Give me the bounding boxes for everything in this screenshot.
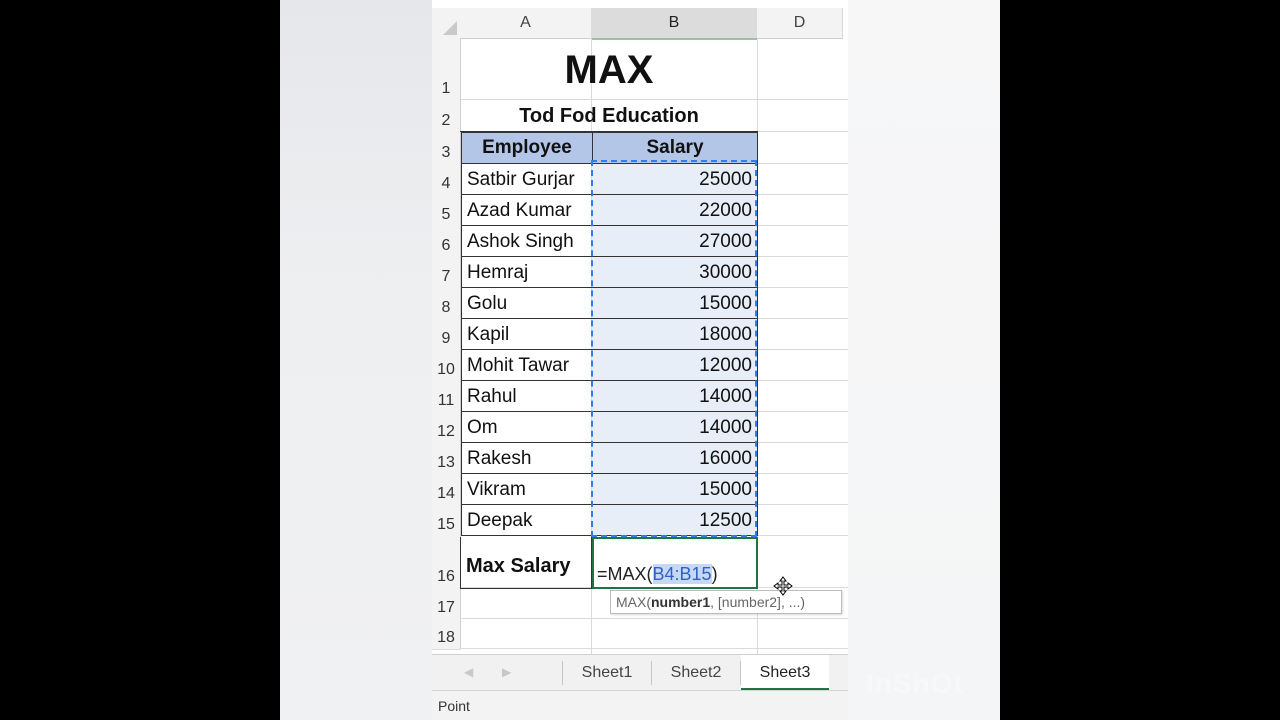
column-header-a[interactable]: A [460,8,592,39]
row-number: 1 [441,80,451,97]
left-blur-panel [280,0,432,720]
employee-name-cell[interactable]: Azad Kumar [461,195,593,226]
tooltip-arg1[interactable]: number1 [651,594,710,610]
row-header[interactable]: 14 [432,474,461,506]
employee-name-cell[interactable]: Mohit Tawar [461,350,593,381]
sheet-subtitle[interactable]: Tod Fod Education [460,100,758,132]
row-number: 9 [441,330,451,347]
row-header[interactable]: 6 [432,226,461,258]
watermark-logo: InShOt [866,668,964,699]
row-number: 17 [437,599,455,616]
row-number: 3 [441,144,451,161]
row-number: 6 [441,237,451,254]
formula-range-ref: B4:B15 [652,564,712,584]
row-number: 5 [441,206,451,223]
row-number: 15 [437,516,455,533]
column-header-d[interactable]: D [757,8,843,39]
row-number: 16 [437,568,455,585]
tab-sheet1[interactable]: Sheet1 [563,655,651,691]
row-number: 7 [441,268,451,285]
row-number: 18 [437,629,455,646]
formula-prefix: =MAX( [597,564,653,584]
row-number: 13 [437,454,455,471]
row-number: 11 [437,392,455,409]
row-header[interactable]: 18 [432,619,461,650]
row-header[interactable]: 4 [432,164,461,196]
row-header[interactable]: 11 [432,381,461,413]
row-header[interactable]: 3 [432,132,461,165]
employee-name-cell[interactable]: Rahul [461,381,593,412]
sheet-tab-bar: ◀ ▶ Sheet1 Sheet2 Sheet3 [432,654,848,691]
tooltip-fn[interactable]: MAX( [616,594,651,610]
row-number: 4 [441,175,451,192]
row-number: 14 [437,485,455,502]
row-header[interactable]: 13 [432,443,461,475]
row-header[interactable]: 2 [432,100,461,133]
row-header[interactable]: 10 [432,350,461,382]
row-number: 2 [441,112,451,129]
row-header[interactable]: 12 [432,412,461,444]
copy-marquee [591,160,757,537]
tooltip-rest: , [number2], ...) [710,594,806,610]
employee-name-cell[interactable]: Ashok Singh [461,226,593,257]
move-cursor-icon [773,576,793,596]
row-header[interactable]: 5 [432,195,461,227]
row-number: 10 [437,361,455,378]
right-blur-panel [848,0,1000,720]
employee-name-cell[interactable]: Vikram [461,474,593,505]
tab-scroll-left-icon[interactable]: ◀ [464,665,473,679]
employee-name-cell[interactable]: Om [461,412,593,443]
row-header[interactable]: 15 [432,505,461,537]
tab-sheet2[interactable]: Sheet2 [652,655,740,691]
employee-header-cell[interactable]: Employee [461,132,593,164]
sheet-title[interactable]: MAX [460,38,758,100]
grid-line [460,618,848,619]
tab-sheet3[interactable]: Sheet3 [741,655,829,691]
employee-name-cell[interactable]: Satbir Gurjar [461,164,593,195]
employee-name-cell[interactable]: Deepak [461,505,593,536]
max-salary-label[interactable]: Max Salary [460,537,592,589]
row-header[interactable]: 9 [432,319,461,351]
employee-name-cell[interactable]: Hemraj [461,257,593,288]
tab-scroll-right-icon[interactable]: ▶ [502,665,511,679]
employee-name-cell[interactable]: Kapil [461,319,593,350]
formula-suffix: ) [711,564,718,584]
row-header[interactable]: 17 [432,588,461,620]
row-header[interactable]: 16 [432,536,461,589]
row-header[interactable]: 7 [432,257,461,289]
employee-name-cell[interactable]: Golu [461,288,593,319]
row-header[interactable]: 8 [432,288,461,320]
row-number: 8 [441,299,451,316]
formula-edit-cell[interactable]: =MAX(B4:B15) [592,537,758,589]
function-tooltip: MAX(number1, [number2], ...) [610,590,842,614]
select-all-corner[interactable] [432,8,461,39]
row-header[interactable]: 1 [432,38,461,101]
column-header-b[interactable]: B [591,8,758,40]
employee-name-cell[interactable]: Rakesh [461,443,593,474]
row-number: 12 [437,423,455,440]
grid-line [460,648,848,649]
